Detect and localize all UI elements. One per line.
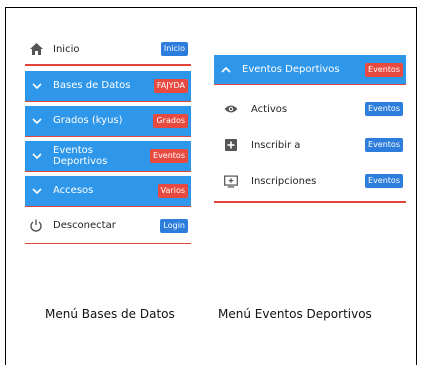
submenu-item-label: Activos <box>251 103 288 115</box>
left-menu-panel: Inicio Inicio Bases de Datos FAJYDA Grad… <box>25 34 191 244</box>
caption-left: Menú Bases de Datos <box>45 307 175 321</box>
submenu-item-inscripciones[interactable]: Inscripciones Eventos <box>214 167 406 195</box>
submenu-item-inscribir[interactable]: Inscribir a Eventos <box>214 131 406 159</box>
menu-header-badge: Eventos <box>365 62 403 77</box>
submenu-item-badge: Eventos <box>365 174 403 188</box>
submenu-item-label: Inscripciones <box>251 175 317 187</box>
home-icon <box>29 43 43 55</box>
submenu-item-badge: Eventos <box>365 138 403 152</box>
menu-header-eventos-deportivos[interactable]: Eventos Deportivos Eventos <box>214 55 406 85</box>
menu-item-home-label: Inicio <box>53 43 80 55</box>
chevron-down-icon <box>30 117 44 124</box>
menu-item-label: Accesos <box>53 185 94 196</box>
logout-badge: Login <box>160 218 188 233</box>
menu-item-eventos-deportivos[interactable]: Eventos Deportivos Eventos <box>25 140 191 172</box>
submenu-item-label: Inscribir a <box>251 139 301 151</box>
menu-item-accesos[interactable]: Accesos Varios <box>25 175 191 207</box>
menu-item-badge: Grados <box>153 113 188 128</box>
caption-right: Menú Eventos Deportivos <box>218 307 372 321</box>
submenu-item-badge: Eventos <box>365 102 403 116</box>
right-menu-divider <box>214 201 406 203</box>
chevron-down-icon <box>30 152 44 159</box>
home-badge: Inicio <box>160 42 188 56</box>
power-icon <box>29 219 43 232</box>
menu-item-badge: Varios <box>157 183 188 198</box>
chevron-up-icon <box>219 66 233 73</box>
menu-item-label: Bases de Datos <box>53 80 131 91</box>
menu-header-label: Eventos Deportivos <box>242 64 340 75</box>
menu-item-home[interactable]: Inicio Inicio <box>25 34 191 64</box>
add-to-screen-icon <box>224 174 238 188</box>
menu-item-bases-de-datos[interactable]: Bases de Datos FAJYDA <box>25 70 191 102</box>
submenu-item-activos[interactable]: Activos Eventos <box>214 95 406 123</box>
menu-item-grados[interactable]: Grados (kyus) Grados <box>25 105 191 137</box>
menu-item-logout[interactable]: Desconectar Login <box>25 211 191 241</box>
plus-box-icon <box>224 139 238 151</box>
menu-item-label: Eventos Deportivos <box>53 144 108 167</box>
chevron-down-icon <box>30 82 44 89</box>
home-divider <box>25 64 191 66</box>
logout-divider <box>25 242 191 244</box>
menu-item-badge: Eventos <box>150 148 188 163</box>
menu-item-label: Grados (kyus) <box>53 115 123 126</box>
menu-item-logout-label: Desconectar <box>53 220 116 231</box>
menu-item-badge: FAJYDA <box>153 78 188 93</box>
eye-icon <box>224 104 238 114</box>
right-menu-panel: Eventos Deportivos Eventos Activos Event… <box>214 55 406 203</box>
chevron-down-icon <box>30 187 44 194</box>
